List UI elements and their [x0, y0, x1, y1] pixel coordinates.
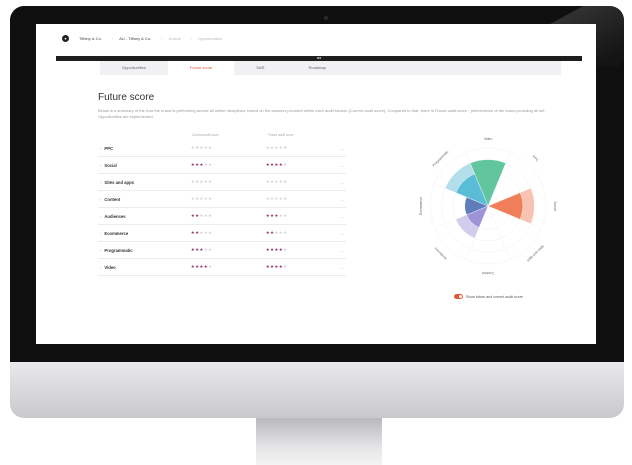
breadcrumb-separator: ›: [161, 35, 163, 41]
chevron-right-icon: ›: [100, 196, 102, 202]
row-label: › Programmatic: [98, 248, 191, 253]
row-label: › Ecommerce: [98, 231, 191, 236]
expand-icon[interactable]: ⌄: [341, 265, 346, 270]
table-row[interactable]: › Audiences ★★★★★ ★★★★★ ⌄: [98, 208, 346, 225]
camera-dot: [324, 16, 328, 20]
future-score-stars: ★★★★★: [265, 213, 288, 218]
table-row[interactable]: › PPC ★★★★★ ★★★★★ ⌄: [98, 140, 346, 157]
current-score-stars: ★★★★★: [190, 162, 213, 167]
table-header: Current audit score Future audit score: [98, 130, 346, 140]
row-label: › PPC: [98, 146, 191, 151]
current-score-stars: ★★★★★: [190, 213, 213, 218]
stage: ▾ Tiffany & Co. › AU - Tiffany & Co. › U…: [0, 0, 632, 465]
category-label: Programmatic: [432, 149, 450, 167]
chevron-right-icon: ›: [100, 247, 102, 253]
row-label: › Content: [98, 197, 191, 202]
category-label: Content: [482, 271, 494, 275]
expand-icon[interactable]: ⌄: [341, 146, 346, 151]
polar-chart-svg: Video PPC Social Sites and apps Content Audie…: [419, 137, 557, 275]
row-label: › Sites and apps: [98, 180, 191, 185]
breadcrumb-opportunities: Opportunities: [198, 35, 222, 41]
chevron-right-icon: ›: [100, 179, 102, 185]
chevron-right-icon: ›: [100, 230, 102, 236]
column-header-current: Current audit score: [192, 133, 220, 137]
future-score-stars: ★★★★★: [265, 145, 288, 150]
row-label-text: Programmatic: [104, 247, 133, 253]
current-score-stars: ★★★★★: [190, 145, 213, 150]
current-score-stars: ★★★★★: [190, 264, 213, 269]
row-label: › Audiences: [98, 214, 191, 219]
row-label-text: Sites and apps: [104, 179, 134, 185]
toggle-label: Show future and current audit score: [466, 294, 523, 299]
tab-opportunities[interactable]: Opportunities: [100, 61, 168, 75]
category-label: Sites and apps: [526, 244, 545, 263]
polar-chart: Video PPC Social Sites and apps Content Audie…: [398, 126, 578, 286]
row-label: › Video: [98, 265, 191, 270]
future-score-stars: ★★★★★: [265, 179, 288, 184]
imac-stand: [256, 418, 382, 465]
app-screen: ▾ Tiffany & Co. › AU - Tiffany & Co. › U…: [36, 24, 596, 344]
row-label: › Social: [98, 163, 191, 168]
table-row[interactable]: › Video ★★★★★ ★★★★★ ⌄: [98, 259, 346, 276]
row-label-text: Audiences: [104, 213, 126, 219]
breadcrumb-separator: ›: [190, 35, 193, 41]
table-row[interactable]: › Social ★★★★★ ★★★★★ ⌄: [98, 157, 346, 174]
current-score-stars: ★★★★★: [190, 196, 213, 201]
row-label-text: Ecommerce: [104, 230, 129, 236]
score-table: Current audit score Future audit score ›…: [98, 130, 346, 276]
category-label: Audiences: [433, 246, 447, 260]
category-label: Video: [484, 137, 493, 141]
page-description: Below is a summary of the how the brand …: [98, 108, 545, 119]
breadcrumb-account[interactable]: AU - Tiffany & Co.: [119, 36, 151, 41]
tab-bar: Opportunities Future score SAR Roadmap: [100, 61, 561, 75]
expand-icon[interactable]: ⌄: [341, 214, 346, 219]
expand-icon[interactable]: ⌄: [341, 163, 346, 168]
category-label: Ecommerce: [419, 197, 423, 215]
current-score-stars: ★★★★★: [190, 247, 213, 252]
chevron-right-icon: ›: [100, 213, 102, 219]
tab-sar[interactable]: SAR: [234, 61, 286, 75]
intro: Future score Below is a summary of the h…: [98, 92, 568, 120]
future-score-stars: ★★★★★: [265, 162, 288, 167]
chevron-right-icon: ›: [100, 162, 102, 168]
toggle-switch[interactable]: [454, 294, 463, 299]
expand-icon[interactable]: ⌄: [341, 248, 346, 253]
chevron-right-icon: ›: [100, 145, 102, 151]
current-score-stars: ★★★★★: [190, 179, 213, 184]
future-score-stars: ★★★★★: [265, 230, 288, 235]
page-title: Future score: [98, 92, 155, 103]
table-row[interactable]: › Ecommerce ★★★★★ ★★★★★ ⌄: [98, 225, 346, 242]
row-label-text: Content: [104, 196, 121, 202]
tab-future-score[interactable]: Future score: [167, 61, 235, 75]
brand-logo-icon[interactable]: ▾: [62, 34, 69, 42]
tab-roadmap[interactable]: Roadmap: [286, 61, 347, 75]
row-label-text: Video: [104, 264, 116, 270]
grid-spoke: [487, 205, 511, 260]
category-label: Social: [553, 201, 557, 210]
future-score-stars: ★★★★★: [265, 247, 288, 252]
future-score-stars: ★★★★★: [265, 196, 288, 201]
polar-wedge: [487, 192, 523, 220]
column-header-future: Future audit score: [268, 133, 294, 137]
future-score-stars: ★★★★★: [265, 264, 288, 269]
category-label: PPC: [532, 155, 540, 163]
table-row[interactable]: › Sites and apps ★★★★★ ★★★★★ ⌄: [98, 174, 346, 191]
table-row[interactable]: › Programmatic ★★★★★ ★★★★★ ⌄: [98, 242, 346, 259]
table-body: › PPC ★★★★★ ★★★★★ ⌄ › Social ★★★★★ ★★★★★ ⌄ › Sites …: [98, 140, 346, 276]
top-bar: ▾ Tiffany & Co. › AU - Tiffany & Co. › U…: [36, 24, 596, 52]
score-toggle[interactable]: Show future and current audit score: [454, 294, 523, 299]
imac-chin: [10, 362, 624, 418]
table-row[interactable]: › Content ★★★★★ ★★★★★ ⌄: [98, 191, 346, 208]
breadcrumb-client[interactable]: Tiffany & Co.: [79, 36, 102, 41]
expand-icon[interactable]: ⌄: [341, 180, 346, 185]
row-label-text: PPC: [104, 145, 114, 151]
breadcrumb-unlock[interactable]: Unlock: [169, 36, 181, 41]
row-label-text: Social: [104, 162, 117, 168]
breadcrumb-separator: ›: [111, 35, 114, 41]
expand-icon[interactable]: ⌄: [341, 231, 346, 236]
chevron-right-icon: ›: [100, 264, 102, 270]
expand-icon[interactable]: ⌄: [341, 197, 346, 202]
current-score-stars: ★★★★★: [190, 230, 213, 235]
